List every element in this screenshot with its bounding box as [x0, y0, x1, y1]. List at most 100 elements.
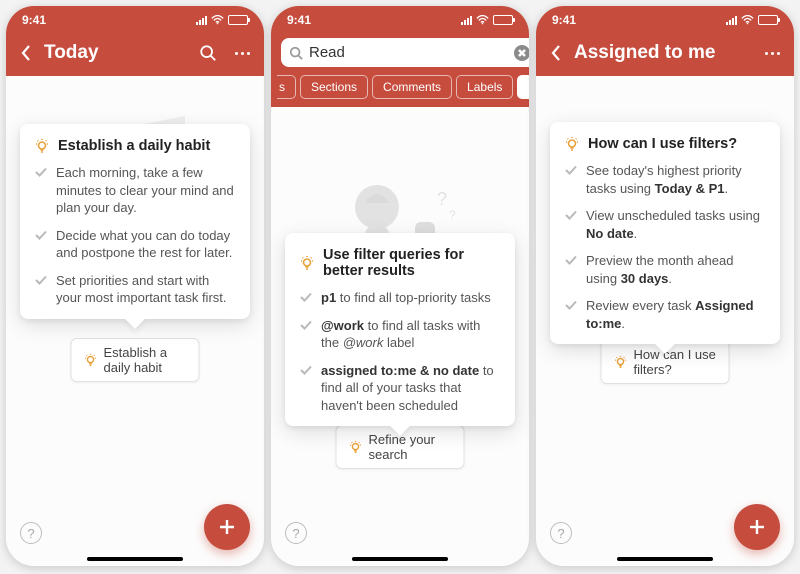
tip-pill-label: How can I use filters? — [634, 347, 717, 377]
help-button[interactable]: ? — [285, 522, 307, 544]
tip-card-title: How can I use filters? — [588, 136, 737, 152]
tip-text: p1 to find all top-priority tasks — [321, 289, 491, 307]
tip-card: Establish a daily habit Each morning, ta… — [20, 124, 250, 319]
lightbulb-icon — [564, 136, 580, 152]
status-bar: 9:41 — [271, 6, 529, 34]
content-area: How can I use filters? See today's highe… — [536, 76, 794, 566]
more-icon — [765, 52, 780, 55]
search-icon — [289, 46, 303, 60]
status-icons — [196, 15, 248, 25]
tip-item: Preview the month ahead using 30 days. — [564, 252, 766, 287]
check-icon — [299, 290, 313, 304]
chip-sections[interactable]: Sections — [300, 75, 368, 99]
tip-item: @work to find all tasks with the @work l… — [299, 317, 501, 352]
tip-item: Decide what you can do today and postpon… — [34, 227, 236, 262]
status-icons — [461, 15, 513, 25]
tip-card-title: Establish a daily habit — [58, 138, 210, 154]
check-icon — [564, 163, 578, 177]
page-title: Assigned to me — [574, 42, 718, 64]
wifi-icon — [211, 15, 224, 25]
help-button[interactable]: ? — [20, 522, 42, 544]
search-box[interactable] — [281, 38, 529, 67]
phone-screen-assigned: 9:41 Assigned to me 8.5" cy="8.5" r="6"/… — [536, 6, 794, 566]
status-time: 9:41 — [552, 13, 576, 27]
wifi-icon — [741, 15, 754, 25]
phone-screen-today: 9:41 Today Es — [6, 6, 264, 566]
bottom-bar: ? — [536, 494, 794, 566]
chip-filters[interactable]: Filters — [517, 75, 529, 99]
tip-text: See today's highest priority tasks using… — [586, 162, 766, 197]
lightbulb-icon — [84, 353, 98, 367]
lightbulb-icon — [299, 255, 315, 271]
check-icon — [34, 165, 48, 179]
topbar-actions — [198, 43, 252, 63]
back-button[interactable] — [548, 45, 564, 61]
search-button[interactable] — [198, 43, 218, 63]
close-icon — [518, 49, 526, 57]
tip-item: See today's highest priority tasks using… — [564, 162, 766, 197]
tip-list: See today's highest priority tasks using… — [564, 162, 766, 332]
check-icon — [564, 298, 578, 312]
back-button[interactable] — [18, 45, 34, 61]
tip-text: @work to find all tasks with the @work l… — [321, 317, 501, 352]
chip-partial[interactable]: s — [277, 75, 296, 99]
lightbulb-icon — [34, 138, 50, 154]
tip-text: Each morning, take a few minutes to clea… — [56, 164, 236, 217]
tip-text: assigned to:me & no date to find all of … — [321, 362, 501, 415]
check-icon — [299, 318, 313, 332]
search-header: Cancel — [271, 34, 529, 73]
check-icon — [34, 228, 48, 242]
tip-text: Preview the month ahead using 30 days. — [586, 252, 766, 287]
tip-item: assigned to:me & no date to find all of … — [299, 362, 501, 415]
tip-list: Each morning, take a few minutes to clea… — [34, 164, 236, 307]
more-button[interactable] — [762, 43, 782, 63]
topbar-actions: 8.5" cy="8.5" r="6"/> — [728, 43, 782, 63]
phone-screen-search: 9:41 Cancel s Sections Comments Labels F… — [271, 6, 529, 566]
status-time: 9:41 — [287, 13, 311, 27]
add-task-fab[interactable] — [204, 504, 250, 550]
wifi-icon — [476, 15, 489, 25]
tip-item: Each morning, take a few minutes to clea… — [34, 164, 236, 217]
battery-icon — [493, 15, 513, 25]
topbar: Today — [6, 34, 264, 76]
status-bar: 9:41 — [536, 6, 794, 34]
home-indicator — [352, 557, 448, 561]
tip-text: View unscheduled tasks using No date. — [586, 207, 766, 242]
bottom-bar: ? — [6, 494, 264, 566]
content-area: Establish a daily habit Each morning, ta… — [6, 76, 264, 566]
tip-item: Set priorities and start with your most … — [34, 272, 236, 307]
chip-labels[interactable]: Labels — [456, 75, 513, 99]
search-button[interactable]: 8.5" cy="8.5" r="6"/> — [728, 43, 748, 63]
status-icons — [726, 15, 778, 25]
tip-text: Decide what you can do today and postpon… — [56, 227, 236, 262]
tip-card: Use filter queries for better results p1… — [285, 233, 515, 426]
search-input[interactable] — [309, 44, 508, 61]
tip-pill-label: Establish a daily habit — [104, 345, 187, 375]
topbar: Assigned to me 8.5" cy="8.5" r="6"/> — [536, 34, 794, 76]
more-button[interactable] — [232, 43, 252, 63]
help-button[interactable]: ? — [550, 522, 572, 544]
add-task-fab[interactable] — [734, 504, 780, 550]
check-icon — [564, 253, 578, 267]
tip-item: p1 to find all top-priority tasks — [299, 289, 501, 307]
home-indicator — [617, 557, 713, 561]
signal-icon — [461, 15, 472, 25]
tip-item: View unscheduled tasks using No date. — [564, 207, 766, 242]
home-indicator — [87, 557, 183, 561]
chip-comments[interactable]: Comments — [372, 75, 452, 99]
tip-pill[interactable]: Establish a daily habit — [71, 338, 200, 382]
more-icon — [235, 52, 250, 55]
lightbulb-icon — [349, 440, 363, 454]
check-icon — [564, 208, 578, 222]
status-bar: 9:41 — [6, 6, 264, 34]
check-icon — [299, 363, 313, 377]
tip-text: Set priorities and start with your most … — [56, 272, 236, 307]
signal-icon — [726, 15, 737, 25]
content-area: ?? Use filter queries for better results… — [271, 107, 529, 566]
clear-search-button[interactable] — [514, 45, 529, 61]
tip-pill-label: Refine your search — [369, 432, 452, 462]
battery-icon — [758, 15, 778, 25]
battery-icon — [228, 15, 248, 25]
search-filter-chips: s Sections Comments Labels Filters — [271, 73, 529, 107]
tip-text: Review every task Assigned to:me. — [586, 297, 766, 332]
